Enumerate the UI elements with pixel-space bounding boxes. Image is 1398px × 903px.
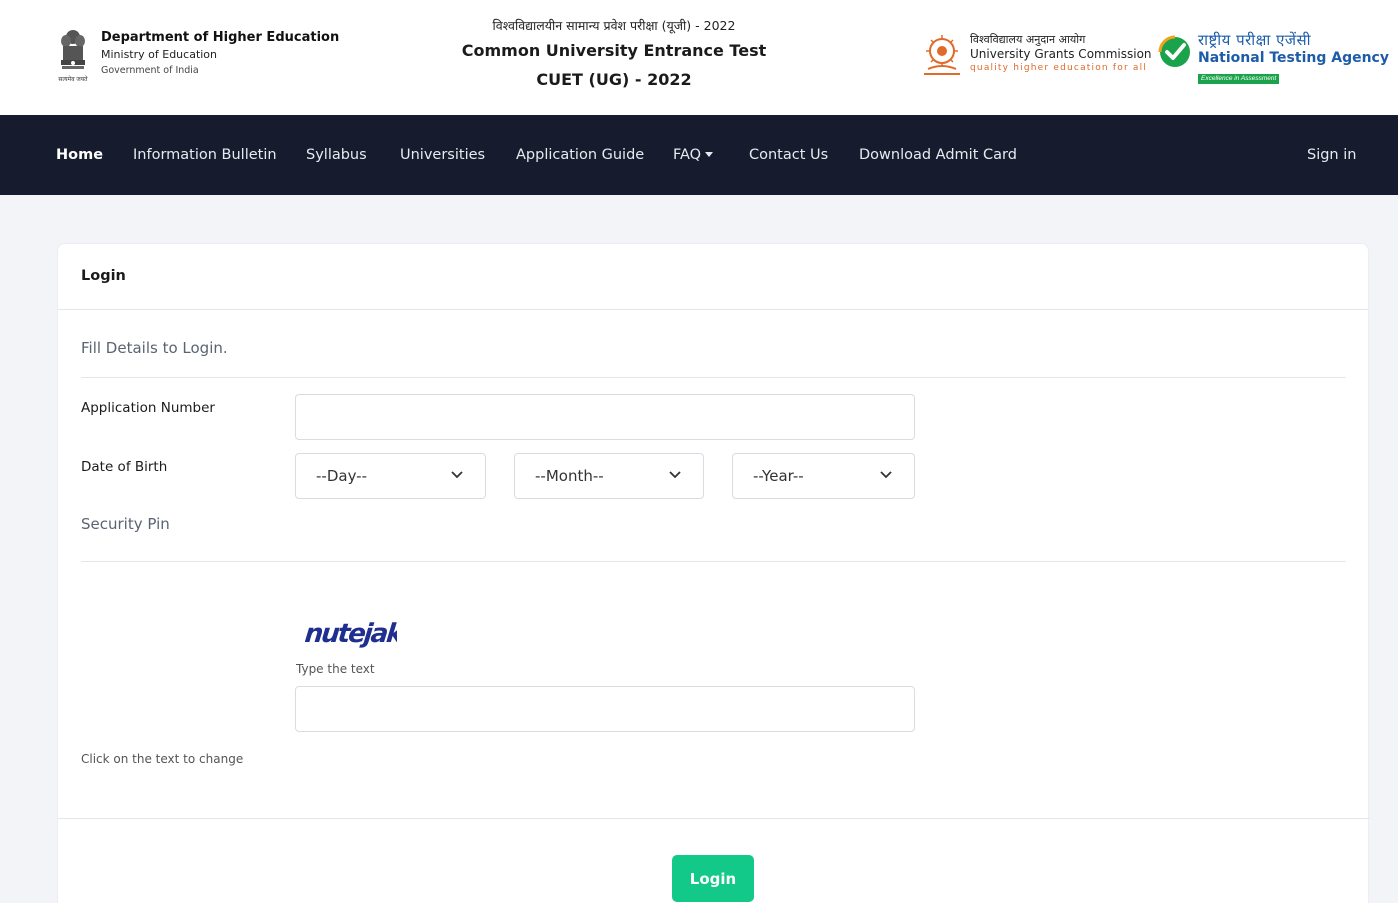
login-button[interactable]: Login — [672, 855, 754, 902]
login-card-title: Login — [81, 268, 126, 284]
svg-text:सत्यमेव जयते: सत्यमेव जयते — [58, 75, 88, 83]
nav-application-guide[interactable]: Application Guide — [516, 145, 644, 165]
government-name: Government of India — [101, 65, 199, 76]
sign-in-link[interactable]: Sign in — [1307, 145, 1356, 165]
nta-hindi-name: राष्ट्रीय परीक्षा एजेंसी — [1198, 31, 1312, 49]
captcha-image[interactable]: nutejak — [305, 614, 397, 654]
type-text-label: Type the text — [296, 662, 375, 676]
ugc-english-name: University Grants Commission — [970, 47, 1152, 61]
chevron-down-icon — [669, 471, 681, 479]
security-pin-label: Security Pin — [81, 515, 170, 533]
dob-year-select[interactable]: --Year-- — [732, 453, 915, 499]
dob-year-value: --Year-- — [753, 467, 804, 485]
exam-title-block: विश्वविद्यालयीन सामान्य प्रवेश परीक्षा (… — [430, 16, 798, 94]
nav-faq-dropdown[interactable]: FAQ — [673, 145, 714, 165]
nav-universities[interactable]: Universities — [400, 145, 485, 165]
dob-month-select[interactable]: --Month-- — [514, 453, 704, 499]
department-branding: सत्यमेव जयते Department of Higher Educat… — [55, 27, 339, 85]
application-number-label: Application Number — [81, 400, 215, 416]
ministry-name: Ministry of Education — [101, 48, 218, 61]
login-card: Login Fill Details to Login. Application… — [57, 243, 1370, 903]
ugc-branding: विश्वविद्यालय अनुदान आयोग University Gra… — [920, 33, 1152, 79]
nta-branding: राष्ट्रीय परीक्षा एजेंसी National Testin… — [1158, 31, 1389, 85]
nav-information-bulletin[interactable]: Information Bulletin — [133, 145, 277, 165]
dob-day-select[interactable]: --Day-- — [295, 453, 486, 499]
dob-day-value: --Day-- — [316, 467, 368, 485]
top-header: सत्यमेव जयते Department of Higher Educat… — [0, 0, 1398, 115]
captcha-input[interactable] — [295, 686, 915, 732]
page-title: Common University Entrance Test — [461, 41, 767, 60]
ugc-logo-icon — [924, 35, 960, 75]
nav-syllabus[interactable]: Syllabus — [306, 145, 367, 165]
fill-details-text: Fill Details to Login. — [81, 339, 228, 357]
date-of-birth-label: Date of Birth — [81, 459, 168, 475]
nta-tagline: Excellence in Assessment — [1198, 74, 1280, 84]
divider — [81, 561, 1346, 562]
nav-faq-label: FAQ — [673, 147, 702, 163]
nav-download-admit-card[interactable]: Download Admit Card — [859, 145, 1017, 165]
login-card-header: Login — [58, 244, 1368, 310]
national-emblem-icon: सत्यमेव जयते — [58, 30, 88, 83]
hindi-title: विश्वविद्यालयीन सामान्य प्रवेश परीक्षा (… — [492, 18, 736, 33]
application-number-input[interactable] — [295, 394, 915, 440]
nav-home[interactable]: Home — [56, 145, 103, 165]
ugc-hindi-name: विश्वविद्यालय अनुदान आयोग — [970, 33, 1086, 46]
nav-contact-us[interactable]: Contact Us — [749, 145, 828, 165]
divider — [81, 377, 1346, 378]
captcha-change-hint: Click on the text to change — [81, 752, 244, 766]
chevron-down-icon — [451, 471, 463, 479]
chevron-down-icon — [880, 471, 892, 479]
nta-check-icon — [1158, 35, 1190, 67]
department-title: Department of Higher Education — [101, 30, 340, 45]
ugc-tagline: quality higher education for all — [970, 63, 1148, 73]
svg-text:nutejak: nutejak — [305, 619, 397, 649]
nta-english-name: National Testing Agency — [1198, 50, 1389, 66]
dob-month-value: --Month-- — [535, 467, 604, 485]
divider — [58, 818, 1370, 819]
page-subtitle: CUET (UG) - 2022 — [536, 70, 692, 89]
caret-down-icon — [705, 151, 714, 157]
main-navbar: Home Information Bulletin Syllabus Unive… — [0, 115, 1398, 195]
